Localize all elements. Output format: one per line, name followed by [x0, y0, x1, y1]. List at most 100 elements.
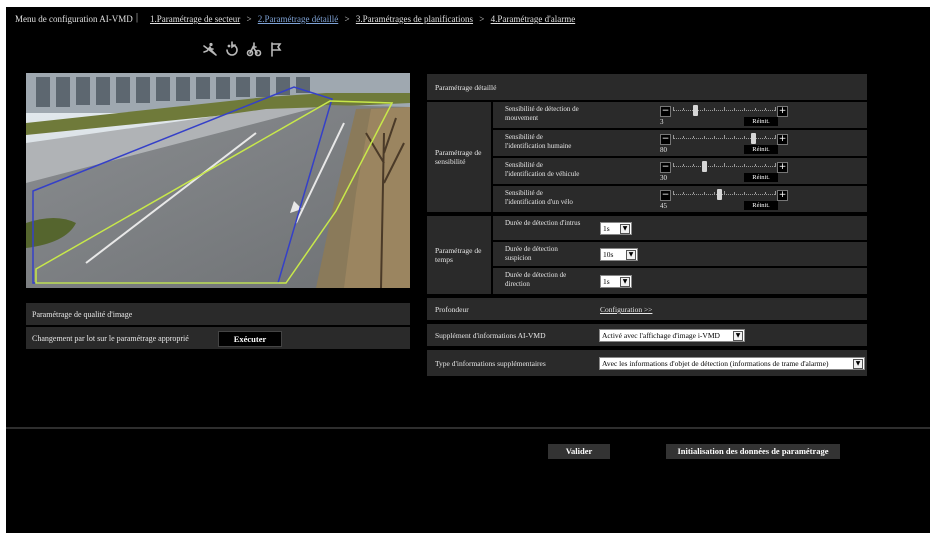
step-sector-link[interactable]: 1.Paramétrage de secteur — [150, 14, 240, 24]
slider-tick — [734, 136, 736, 138]
chevron-down-icon: ▼ — [620, 224, 630, 234]
slider-tick — [703, 136, 705, 138]
ai-vmd-info-label: Supplément d'informations AI-VMD — [435, 331, 546, 340]
menu-title: Menu de configuration AI-VMD — [15, 14, 133, 24]
step-detail-link[interactable]: 2.Paramétrage détaillé — [258, 14, 338, 24]
slider-tick — [724, 107, 725, 111]
slider-tick — [744, 192, 746, 194]
plus-button[interactable]: + — [777, 134, 788, 145]
minus-button[interactable]: − — [660, 134, 671, 145]
slider-tick — [683, 164, 685, 166]
reset-button[interactable]: Réinit. — [744, 117, 778, 126]
slider-thumb[interactable] — [702, 161, 708, 172]
sensitivity-label: Sensibilité de l'identification humaine — [505, 133, 572, 150]
minus-button[interactable]: − — [660, 190, 671, 201]
info-type-select[interactable]: Avec les informations d'objet de détecti… — [599, 357, 865, 370]
slider-tick — [775, 107, 776, 111]
slider-tick — [693, 192, 695, 194]
slider-tick — [693, 136, 695, 138]
detail-title-row: Paramétrage détaillé — [427, 74, 867, 100]
intruder-duration-select[interactable]: 1s ▼ — [600, 222, 632, 235]
info-type-label: Type d'informations supplémentaires — [435, 359, 546, 368]
execute-button[interactable]: Exécuter — [218, 331, 282, 347]
sensitivity-group-label: Paramétrage de sensibilité — [435, 148, 482, 166]
plus-button[interactable]: + — [777, 106, 788, 117]
chevron-down-icon: ▼ — [620, 277, 630, 287]
minus-button[interactable]: − — [660, 162, 671, 173]
sensitivity-slider[interactable]: − + — [660, 105, 788, 117]
slider-tick — [683, 108, 685, 110]
sensitivity-slider[interactable]: − + — [660, 161, 788, 173]
direction-icon[interactable] — [246, 41, 262, 57]
time-group-label: Paramétrage de temps — [435, 246, 482, 264]
sensitivity-label: Sensibilité de l'identification d'un vél… — [505, 189, 573, 206]
sensitivity-value: 3 — [660, 118, 664, 126]
flag-icon[interactable] — [268, 41, 284, 57]
chevron-down-icon: ▼ — [853, 359, 863, 369]
sensitivity-row: Sensibilité de l'identification humaine … — [493, 130, 867, 156]
camera-preview[interactable] — [26, 73, 410, 288]
plus-button[interactable]: + — [777, 190, 788, 201]
reset-button[interactable]: Réinit. — [744, 173, 778, 182]
sensitivity-group: Paramétrage de sensibilité — [427, 102, 491, 212]
loitering-icon[interactable] — [224, 41, 240, 57]
direction-duration-select[interactable]: 1s ▼ — [600, 275, 632, 288]
slider-tick — [764, 108, 766, 110]
step-navigation: 1.Paramétrage de secteur > 2.Paramétrage… — [150, 14, 575, 24]
chevron-down-icon: ▼ — [626, 250, 636, 260]
minus-button[interactable]: − — [660, 106, 671, 117]
slider-tick — [724, 135, 725, 139]
loitering-duration-select[interactable]: 10s ▼ — [600, 248, 638, 261]
sensitivity-value: 80 — [660, 146, 667, 154]
sensitivity-row: Sensibilité de détection de mouvement − … — [493, 102, 867, 128]
slider-tick — [673, 107, 674, 111]
reset-button[interactable]: Réinit. — [744, 201, 778, 210]
intruder-icon[interactable] — [202, 41, 218, 57]
slider-tick — [775, 191, 776, 195]
image-quality-row[interactable]: Paramétrage de qualité d'image — [26, 303, 410, 325]
step-alarm-link[interactable]: 4.Paramétrage d'alarme — [491, 14, 576, 24]
slider-tick — [713, 108, 715, 110]
slider-tick — [764, 192, 766, 194]
slider-tick — [683, 136, 685, 138]
slider-tick — [744, 164, 746, 166]
slider-tick — [764, 136, 766, 138]
select-value: Avec les informations d'objet de détecti… — [602, 359, 829, 368]
sensitivity-slider[interactable]: − + — [660, 189, 788, 201]
slider-tick — [775, 163, 776, 167]
reset-button[interactable]: Réinit. — [744, 145, 778, 154]
ai-vmd-info-row: Supplément d'informations AI-VMD Activé … — [427, 324, 867, 346]
time-label: Durée de détection de direction — [505, 271, 567, 288]
batch-change-row: Changement par lot sur le paramétrage ap… — [26, 327, 410, 349]
depth-label: Profondeur — [435, 305, 469, 314]
initialize-settings-button[interactable]: Initialisation des données de paramétrag… — [666, 444, 840, 459]
header: Menu de configuration AI-VMD | 1.Paramét… — [6, 7, 930, 31]
sensitivity-label: Sensibilité de détection de mouvement — [505, 105, 579, 122]
plus-button[interactable]: + — [777, 162, 788, 173]
slider-tick — [754, 192, 756, 194]
detail-title: Paramétrage détaillé — [435, 83, 497, 92]
slider-tick — [713, 164, 715, 166]
select-value: 10s — [603, 250, 614, 259]
slider-tick — [764, 164, 766, 166]
sensitivity-slider[interactable]: − + — [660, 133, 788, 145]
depth-configuration-link[interactable]: Configuration >> — [600, 305, 652, 314]
step-arrow: > — [479, 14, 485, 24]
select-value: 1s — [603, 277, 610, 286]
slider-tick — [683, 192, 685, 194]
slider-tick — [734, 164, 736, 166]
ai-vmd-info-select[interactable]: Activé avec l'affichage d'image i-VMD ▼ — [599, 329, 745, 342]
app-window: Menu de configuration AI-VMD | 1.Paramét… — [6, 7, 930, 533]
time-row: Durée de détection de direction 1s ▼ — [493, 268, 867, 294]
time-row: Durée de détection suspicion 10s ▼ — [493, 242, 867, 266]
step-schedule-link[interactable]: 3.Paramétrages de planifications — [356, 14, 473, 24]
slider-tick — [713, 136, 715, 138]
step-arrow: > — [344, 14, 350, 24]
info-type-row: Type d'informations supplémentaires Avec… — [427, 350, 867, 376]
slider-thumb[interactable] — [717, 189, 723, 200]
slider-thumb[interactable] — [692, 105, 698, 116]
depth-row: Profondeur Configuration >> — [427, 298, 867, 320]
slider-thumb[interactable] — [751, 133, 757, 144]
apply-button[interactable]: Valider — [548, 444, 610, 459]
time-label: Durée de détection suspicion — [505, 245, 558, 262]
